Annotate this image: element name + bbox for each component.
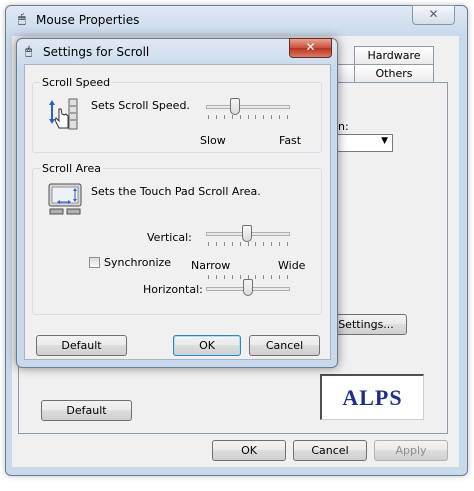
slider-tick [216,275,217,279]
slider-tick [271,242,272,246]
slider-tick [240,242,241,246]
slider-tick [248,115,249,119]
scroll-speed-icon [46,97,82,133]
mouse-icon: 🖱 [25,44,33,58]
slider-tick [224,115,225,119]
scroll-area-icon [48,182,82,216]
slider-tick [279,275,280,279]
slider-tick [255,242,256,246]
scroll-speed-max-label: Fast [279,134,302,147]
mouse-icon: 🖱 [18,12,26,27]
horizontal-label: Horizontal: [143,283,203,296]
slider-tick [287,115,288,119]
slider-tick [232,275,233,279]
slider-tick [271,115,272,119]
slider-tick [279,115,280,119]
close-icon: ✕ [428,7,439,21]
slider-tick [240,275,241,279]
slider-ticks [208,242,288,246]
slider-tick [255,275,256,279]
synchronize-checkbox[interactable] [89,257,100,268]
chevron-down-icon: ▼ [381,136,388,146]
slider-tick [248,242,249,246]
slider-tick [263,115,264,119]
alps-logo-text: ALPS [342,385,403,410]
default-button[interactable]: Default [41,400,132,421]
tab-hardware[interactable]: Hardware [354,46,434,64]
vertical-label: Vertical: [147,231,192,244]
slider-tick [216,242,217,246]
ok-button[interactable]: OK [212,440,286,461]
narrow-label: Narrow [191,259,231,272]
slider-tick [208,242,209,246]
slider-tick [240,115,241,119]
vertical-slider[interactable] [206,224,290,248]
slider-ticks [208,115,288,119]
synchronize-label: Synchronize [104,256,172,269]
close-button[interactable]: ✕ [412,5,455,25]
slider-thumb[interactable] [242,225,252,242]
dialog-default-button[interactable]: Default [36,335,127,356]
dialog-cancel-button[interactable]: Cancel [249,335,320,356]
dialog-ok-button[interactable]: OK [173,335,241,356]
slider-tick [255,115,256,119]
wide-label: Wide [278,259,306,272]
slider-tick [232,242,233,246]
dialog-title: Settings for Scroll [43,45,150,59]
scroll-area-description: Sets the Touch Pad Scroll Area. [91,185,261,198]
scroll-speed-min-label: Slow [200,134,226,147]
slider-tick [208,115,209,119]
slider-tick [287,242,288,246]
close-icon: ✕ [305,40,316,54]
scroll-area-group-label: Scroll Area [40,162,103,175]
option-label-partial: n: [338,120,349,133]
scroll-speed-group-label: Scroll Speed [40,76,113,89]
slider-thumb[interactable] [243,279,253,296]
scroll-speed-description: Sets Scroll Speed. [91,99,190,112]
slider-tick [232,115,233,119]
scroll-speed-slider[interactable] [206,97,290,121]
slider-tick [263,275,264,279]
tab-others[interactable]: Others [354,64,434,82]
slider-tick [271,275,272,279]
slider-tick [208,275,209,279]
slider-tick [287,275,288,279]
window-title: Mouse Properties [36,13,140,27]
slider-tick [263,242,264,246]
slider-tick [224,242,225,246]
alps-logo: ALPS [320,374,424,420]
slider-track [206,105,290,109]
dialog-close-button[interactable]: ✕ [289,38,332,58]
settings-for-scroll-dialog: 🖱 Settings for Scroll ✕ Scroll Speed Set… [16,38,338,368]
slider-tick [279,242,280,246]
horizontal-slider[interactable] [206,275,290,299]
slider-tick [216,115,217,119]
slider-thumb[interactable] [230,98,240,115]
apply-button[interactable]: Apply [374,440,448,461]
cancel-button[interactable]: Cancel [293,440,367,461]
slider-tick [224,275,225,279]
